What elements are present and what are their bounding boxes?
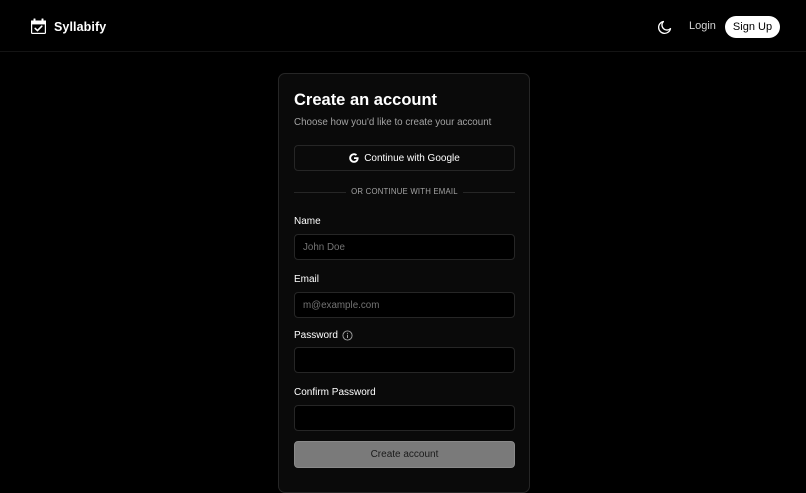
navbar: Syllabify Login Sign Up (0, 0, 806, 52)
moon-icon[interactable] (657, 19, 673, 35)
continue-with-google-button[interactable]: Continue with Google (294, 145, 515, 171)
confirm-password-label: Confirm Password (294, 387, 376, 398)
create-account-button[interactable]: Create account (294, 441, 515, 468)
divider-line-right (463, 192, 515, 193)
confirm-password-input[interactable] (294, 405, 515, 431)
signup-card: Create an account Choose how you'd like … (278, 73, 530, 493)
name-input[interactable] (294, 234, 515, 260)
brand-name: Syllabify (54, 19, 107, 34)
name-label: Name (294, 216, 321, 227)
login-link[interactable]: Login (689, 20, 716, 32)
password-input[interactable] (294, 347, 515, 373)
card-subtitle: Choose how you'd like to create your acc… (294, 117, 492, 128)
email-input[interactable] (294, 292, 515, 318)
brand[interactable]: Syllabify (30, 18, 106, 35)
signup-button[interactable]: Sign Up (725, 16, 780, 38)
email-label: Email (294, 274, 320, 285)
info-icon[interactable] (342, 330, 353, 341)
or-divider: OR CONTINUE WITH EMAIL (294, 187, 515, 199)
calendar-check-icon (31, 18, 46, 34)
card-title: Create an account (294, 91, 438, 109)
google-icon (349, 153, 359, 163)
password-label: Password (294, 330, 338, 341)
google-button-label: Continue with Google (364, 152, 460, 164)
